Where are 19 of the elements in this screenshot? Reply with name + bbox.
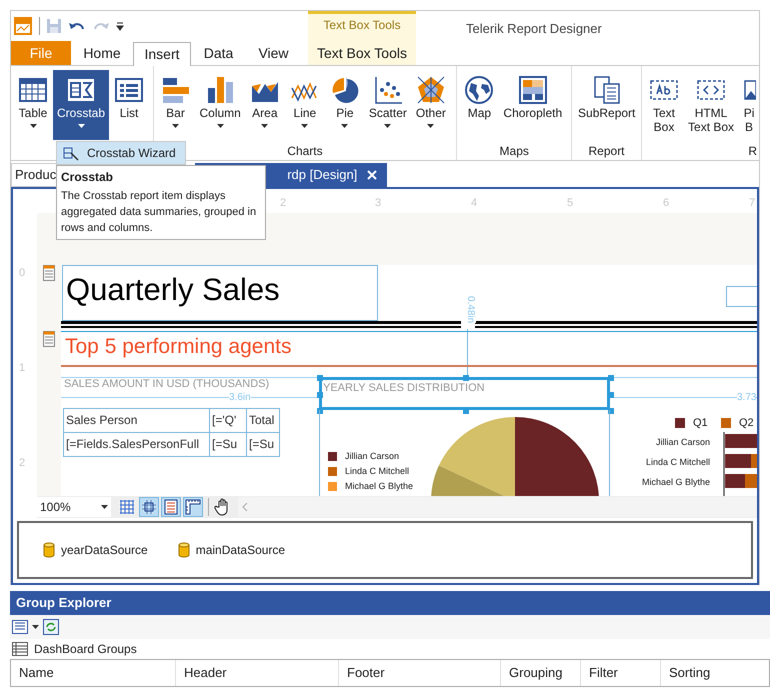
axis-label: Jillian Carson xyxy=(654,437,710,448)
legend-label: Michael G Blythe xyxy=(345,481,414,492)
tooltip-text: The Crosstab report item displays aggregated data summaries, grouped in rows and columns. xyxy=(61,189,258,236)
dimension-label: 0.48in xyxy=(465,296,476,324)
ribbon-group-label: Maps xyxy=(500,143,529,160)
ribbon-group-label: Report xyxy=(588,143,625,160)
ribbon-group-label: R xyxy=(748,143,758,160)
contextual-group-label: Text Box Tools xyxy=(322,17,402,34)
window-title: Telerik Report Designer xyxy=(466,21,602,36)
panel-header: Group Explorer xyxy=(10,591,770,615)
legend-label: Q1 xyxy=(693,417,708,429)
dimension-label: 3.6in xyxy=(229,392,251,403)
legend-label: Jillian Carson xyxy=(345,451,400,462)
legend-label: Linda C Mitchell xyxy=(345,466,410,477)
axis-label: Michael G Blythe xyxy=(640,477,710,488)
legend-label: Q2 xyxy=(739,417,754,429)
axis-label: Linda C Mitchell xyxy=(644,457,710,468)
ribbon-group-label: Charts xyxy=(287,143,323,160)
dimension-label: 3.73 xyxy=(737,392,756,403)
